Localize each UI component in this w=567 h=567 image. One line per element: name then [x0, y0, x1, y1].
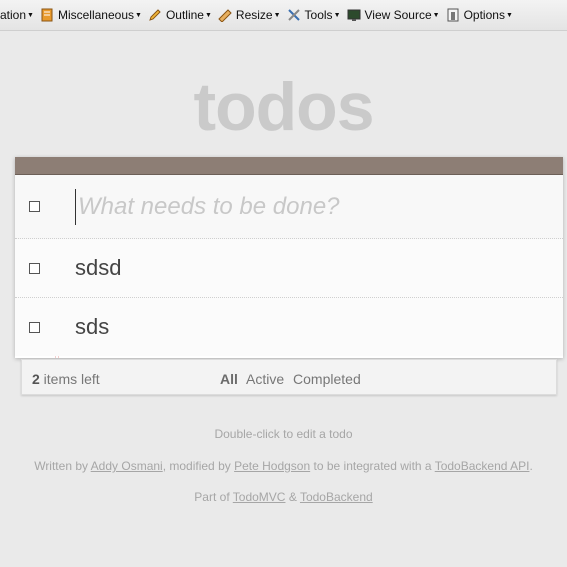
toolbar-label: ation — [0, 8, 27, 22]
credits-text: to be integrated with a — [313, 459, 432, 473]
todo-footer: 2 items left All Active Completed — [21, 359, 557, 395]
filter-all-link[interactable]: All — [220, 371, 238, 387]
toolbar-menu-options[interactable]: Options ▼ — [446, 8, 513, 22]
toolbar-label: Resize — [235, 8, 273, 22]
filter-completed-link[interactable]: Completed — [293, 371, 361, 387]
toolbar-menu-resize[interactable]: Resize ▼ — [218, 8, 281, 22]
dropdown-arrow-icon: ▼ — [204, 11, 212, 19]
todo-app: sdsd sds — [15, 157, 563, 358]
app-header-bar — [15, 157, 563, 175]
pencil-icon — [149, 9, 161, 21]
edit-hint: Double-click to edit a todo — [0, 427, 567, 441]
page-title: todos — [193, 69, 374, 145]
filter-active-link[interactable]: Active — [246, 371, 284, 387]
ampersand: & — [288, 490, 297, 504]
new-todo-input[interactable] — [75, 189, 548, 225]
options-icon — [447, 8, 459, 22]
dropdown-arrow-icon: ▼ — [505, 11, 513, 19]
toolbar-menu-tools[interactable]: Tools ▼ — [287, 8, 341, 22]
credits-text: , modified by — [162, 459, 231, 473]
browser-toolbar: ation ▼ Miscellaneous ▼ Outline ▼ Resize ▼ T… — [0, 0, 567, 31]
monitor-icon — [347, 9, 360, 21]
todo-toggle-checkbox[interactable] — [29, 321, 40, 333]
todo-count: 2 items left — [32, 371, 100, 387]
part-of: Part of TodoMVC & TodoBackend — [0, 490, 567, 504]
toolbar-menu-navigation[interactable]: ation ▼ — [0, 8, 34, 22]
dropdown-arrow-icon: ▼ — [432, 11, 440, 19]
tools-icon — [287, 9, 300, 21]
edit-hint-text: Double-click to edit a todo — [214, 427, 353, 441]
part-of-text: Part of — [194, 490, 230, 504]
todo-label[interactable]: sds — [75, 314, 109, 340]
toolbar-label: Tools — [304, 8, 333, 22]
author-link-addy[interactable]: Addy Osmani — [91, 459, 163, 473]
todo-item[interactable]: sds — [15, 298, 563, 356]
toolbar-menu-view-source[interactable]: View Source ▼ — [347, 8, 440, 22]
author-link-pete[interactable]: Pete Hodgson — [234, 459, 310, 473]
toolbar-label: Options — [463, 8, 505, 22]
credits-period: . — [529, 459, 533, 473]
toolbar-label: Miscellaneous — [57, 8, 135, 22]
credits: Written by Addy Osmani, modified by Pete… — [0, 459, 567, 473]
toolbar-menu-outline[interactable]: Outline ▼ — [148, 8, 212, 22]
credits-text: Written by — [34, 459, 88, 473]
filters: All Active Completed — [220, 371, 366, 387]
todo-item[interactable]: sdsd — [15, 239, 563, 298]
todomvc-link[interactable]: TodoMVC — [233, 490, 286, 504]
dropdown-arrow-icon: ▼ — [27, 11, 34, 19]
todo-toggle-checkbox[interactable] — [29, 262, 40, 274]
new-todo-row — [15, 175, 563, 239]
toggle-all-checkbox[interactable] — [29, 201, 40, 212]
toolbar-label: Outline — [165, 8, 204, 22]
todobackend-api-link[interactable]: TodoBackend API — [435, 459, 530, 473]
todobackend-link[interactable]: TodoBackend — [300, 490, 373, 504]
ruler-icon — [218, 9, 232, 22]
todo-label[interactable]: sdsd — [75, 255, 121, 281]
notebook-icon — [41, 8, 53, 22]
todo-count-suffix: items left — [39, 371, 100, 387]
dropdown-arrow-icon: ▼ — [333, 11, 341, 19]
toolbar-label: View Source — [364, 8, 432, 22]
toolbar-menu-miscellaneous[interactable]: Miscellaneous ▼ — [40, 8, 142, 22]
dropdown-arrow-icon: ▼ — [135, 11, 142, 19]
todo-count-number: 2 — [32, 371, 40, 387]
dropdown-arrow-icon: ▼ — [273, 11, 281, 19]
